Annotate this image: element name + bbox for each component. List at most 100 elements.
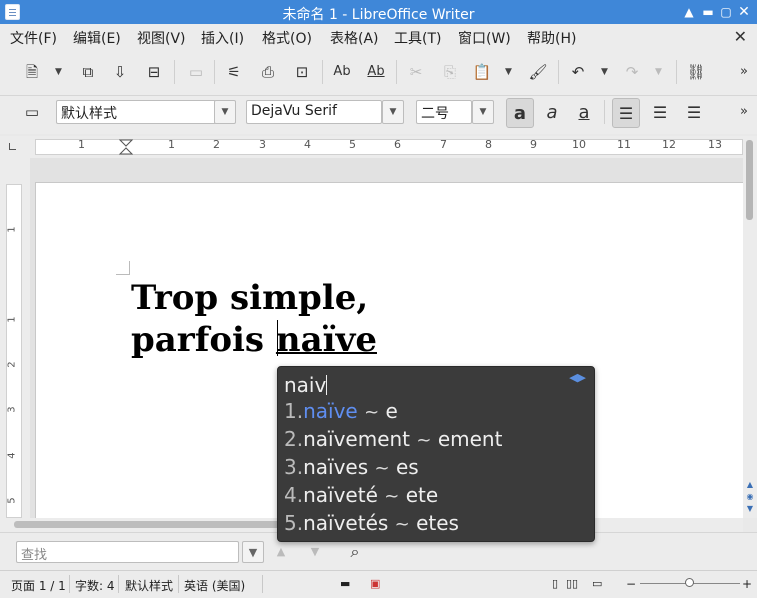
ime-candidate[interactable]: 5.naïvetés ~ etes	[284, 511, 459, 535]
document-modified-icon[interactable]: ▣	[370, 577, 380, 590]
status-separator	[178, 575, 179, 593]
open-icon[interactable]: ⇩	[108, 60, 132, 84]
vertical-ruler[interactable]: 1 1 2 3 4 5	[0, 158, 30, 518]
keep-above-icon[interactable]: ▲	[681, 4, 697, 20]
ruler-number: 6	[394, 138, 401, 151]
paste-dropdown-icon[interactable]: ▼	[505, 60, 515, 84]
zoom-slider-thumb[interactable]	[685, 578, 694, 587]
paste-icon[interactable]: 📋	[470, 60, 494, 84]
ime-page-arrows-icon[interactable]: ◀▶	[569, 371, 586, 384]
find-previous-icon[interactable]: ▲	[270, 541, 292, 563]
font-size-dropdown-icon[interactable]: ▼	[472, 100, 494, 124]
single-page-view-icon[interactable]: ▯	[552, 577, 558, 590]
book-view-icon[interactable]: ▭	[592, 577, 602, 590]
menu-window[interactable]: 窗口(W)	[458, 28, 511, 48]
word-count[interactable]: 字数: 4	[75, 577, 115, 594]
clone-formatting-icon[interactable]: 🖌	[526, 60, 550, 84]
menu-help[interactable]: 帮助(H)	[527, 28, 576, 48]
text-boundary-corner	[116, 261, 130, 275]
spelling-icon[interactable]: Ab	[330, 60, 354, 84]
print-preview-icon[interactable]: ⊡	[290, 60, 314, 84]
toolbar-separator	[676, 60, 677, 84]
find-next-icon[interactable]: ▼	[304, 541, 326, 563]
page-style[interactable]: 默认样式	[125, 577, 173, 594]
ime-candidate[interactable]: 3.naïves ~ es	[284, 455, 419, 479]
find-history-dropdown-icon[interactable]: ▼	[242, 541, 264, 563]
find-replace-icon[interactable]: ⌕	[344, 541, 366, 563]
maximize-button[interactable]: ▢	[718, 4, 734, 20]
ruler-number: 3	[259, 138, 266, 151]
menu-table[interactable]: 表格(A)	[330, 28, 379, 48]
indent-marker-icon[interactable]	[119, 139, 133, 155]
new-document-icon[interactable]: 🗎	[20, 60, 44, 84]
menu-file[interactable]: 文件(F)	[10, 28, 57, 48]
align-left-button[interactable]: ☰	[612, 98, 640, 128]
find-input[interactable]: 查找	[16, 541, 239, 563]
candidate-word: naïves	[303, 455, 369, 479]
candidate-separator: ~	[394, 514, 410, 535]
menu-format[interactable]: 格式(O)	[262, 28, 312, 48]
undo-icon[interactable]: ↶	[566, 60, 590, 84]
menu-bar: 文件(F) 编辑(E) 视图(V) 插入(I) 格式(O) 表格(A) 工具(T…	[0, 24, 757, 50]
hyperlink-icon[interactable]: ⛓	[684, 60, 708, 84]
ruler-number: 9	[530, 138, 537, 151]
candidate-index: 4.	[284, 483, 304, 507]
edit-mode-icon[interactable]: ▭	[184, 60, 208, 84]
new-dropdown-icon[interactable]: ▼	[55, 60, 65, 84]
more-formatting-icon[interactable]: »	[732, 100, 756, 124]
save-icon[interactable]: ⊟	[142, 60, 166, 84]
ruler-bar	[35, 139, 743, 155]
menu-tools[interactable]: 工具(T)	[394, 28, 441, 48]
sidebar-toggle-icon[interactable]: ▭	[20, 100, 44, 124]
candidate-index: 5.	[284, 511, 304, 535]
print-icon[interactable]: ⎙	[256, 60, 280, 84]
copy-icon[interactable]: ⎘	[438, 60, 462, 84]
export-pdf-icon[interactable]: ⚟	[222, 60, 246, 84]
zoom-out-icon[interactable]: −	[626, 577, 636, 591]
align-right-button[interactable]: ☰	[680, 98, 708, 128]
selection-mode-icon[interactable]: ▬	[340, 577, 350, 590]
more-options-icon[interactable]: »	[732, 60, 756, 84]
menu-edit[interactable]: 编辑(E)	[73, 28, 121, 48]
tab-type-icon[interactable]	[9, 143, 16, 150]
ruler-number: 10	[572, 138, 586, 151]
close-window-button[interactable]: ✕	[736, 4, 752, 20]
underline-button[interactable]: a	[570, 98, 598, 128]
candidate-separator: ~	[374, 458, 390, 479]
templates-icon[interactable]: ⧉	[76, 60, 100, 84]
menu-insert[interactable]: 插入(I)	[201, 28, 244, 48]
font-name-combo[interactable]: DejaVu Serif	[246, 100, 382, 124]
multi-page-view-icon[interactable]: ▯▯	[566, 577, 578, 590]
bold-button[interactable]: a	[506, 98, 534, 128]
redo-icon[interactable]: ↷	[620, 60, 644, 84]
paragraph-style-combo[interactable]: 默认样式	[56, 100, 216, 124]
auto-spellcheck-icon[interactable]: Ab	[364, 60, 388, 84]
ruler-number: 4	[6, 452, 18, 459]
menu-view[interactable]: 视图(V)	[137, 28, 186, 48]
align-center-button[interactable]: ☰	[646, 98, 674, 128]
document-text[interactable]: Trop simple, parfois naïve	[131, 277, 377, 361]
previous-page-icon[interactable]: ▲	[745, 480, 755, 490]
document-line-1: Trop simple,	[131, 278, 369, 318]
text-language[interactable]: 英语 (美国)	[184, 577, 245, 594]
page-indicator[interactable]: 页面 1 / 1	[11, 577, 66, 594]
ime-candidate[interactable]: 2.naïvement ~ ement	[284, 427, 502, 451]
font-name-dropdown-icon[interactable]: ▼	[382, 100, 404, 124]
paragraph-style-dropdown-icon[interactable]: ▼	[214, 100, 236, 124]
navigator-icon[interactable]: ◉	[745, 492, 755, 502]
redo-dropdown-icon[interactable]: ▼	[655, 60, 665, 84]
cut-icon[interactable]: ✂	[404, 60, 428, 84]
italic-button[interactable]: a	[538, 98, 566, 128]
close-document-icon[interactable]: ✕	[734, 27, 747, 46]
ime-candidate[interactable]: 1.naïve ~ e	[284, 399, 398, 423]
undo-dropdown-icon[interactable]: ▼	[601, 60, 611, 84]
vertical-scrollbar[interactable]: ▲ ◉ ▼	[743, 136, 757, 518]
minimize-button[interactable]: ▬	[700, 4, 716, 20]
horizontal-ruler[interactable]: 1 1 2 3 4 5 6 7 8 9 10 11 12 13	[0, 136, 743, 158]
vertical-scroll-thumb[interactable]	[746, 140, 753, 220]
zoom-in-icon[interactable]: +	[742, 577, 752, 591]
toolbar-separator	[396, 60, 397, 84]
font-size-combo[interactable]: 二号	[416, 100, 472, 124]
next-page-icon[interactable]: ▼	[745, 504, 755, 514]
ime-candidate[interactable]: 4.naïveté ~ ete	[284, 483, 438, 507]
